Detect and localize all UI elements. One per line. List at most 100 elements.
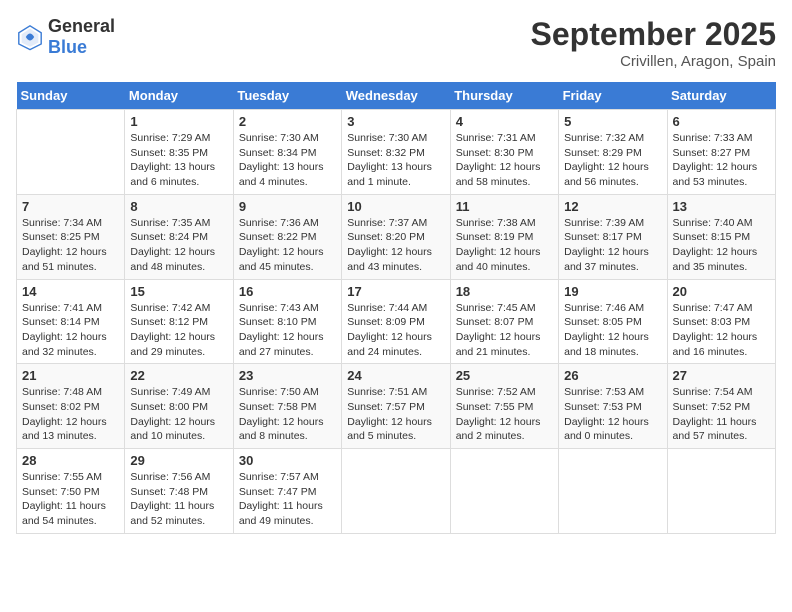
day-number: 4 (456, 114, 553, 129)
calendar-cell: 1 Sunrise: 7:29 AMSunset: 8:35 PMDaylight… (125, 110, 233, 195)
calendar-cell: 22 Sunrise: 7:49 AMSunset: 8:00 PMDayligh… (125, 364, 233, 449)
day-number: 13 (673, 199, 770, 214)
weekday-header: Thursday (450, 82, 558, 110)
calendar-cell: 23 Sunrise: 7:50 AMSunset: 7:58 PMDayligh… (233, 364, 341, 449)
day-info: Sunrise: 7:39 AMSunset: 8:17 PMDaylight:… (564, 216, 661, 275)
calendar-cell: 26 Sunrise: 7:53 AMSunset: 7:53 PMDayligh… (559, 364, 667, 449)
calendar-cell: 10 Sunrise: 7:37 AMSunset: 8:20 PMDayligh… (342, 194, 450, 279)
day-number: 12 (564, 199, 661, 214)
day-number: 16 (239, 284, 336, 299)
weekday-header: Tuesday (233, 82, 341, 110)
day-info: Sunrise: 7:43 AMSunset: 8:10 PMDaylight:… (239, 301, 336, 360)
page-header: General Blue September 2025 Crivillen, A… (16, 16, 776, 70)
day-number: 1 (130, 114, 227, 129)
day-info: Sunrise: 7:37 AMSunset: 8:20 PMDaylight:… (347, 216, 444, 275)
day-info: Sunrise: 7:34 AMSunset: 8:25 PMDaylight:… (22, 216, 119, 275)
calendar-cell: 6 Sunrise: 7:33 AMSunset: 8:27 PMDaylight… (667, 110, 775, 195)
logo-general: General (48, 16, 115, 36)
calendar-cell: 12 Sunrise: 7:39 AMSunset: 8:17 PMDayligh… (559, 194, 667, 279)
calendar-cell: 25 Sunrise: 7:52 AMSunset: 7:55 PMDayligh… (450, 364, 558, 449)
day-info: Sunrise: 7:53 AMSunset: 7:53 PMDaylight:… (564, 385, 661, 444)
calendar-cell: 14Sunrise: 7:41 AMSunset: 8:14 PMDayligh… (17, 279, 125, 364)
logo: General Blue (16, 16, 115, 58)
calendar-week-row: 14Sunrise: 7:41 AMSunset: 8:14 PMDayligh… (17, 279, 776, 364)
day-number: 29 (130, 453, 227, 468)
day-info: Sunrise: 7:45 AMSunset: 8:07 PMDaylight:… (456, 301, 553, 360)
day-info: Sunrise: 7:57 AMSunset: 7:47 PMDaylight:… (239, 470, 336, 529)
day-info: Sunrise: 7:42 AMSunset: 8:12 PMDaylight:… (130, 301, 227, 360)
calendar-cell: 24 Sunrise: 7:51 AMSunset: 7:57 PMDayligh… (342, 364, 450, 449)
day-number: 15 (130, 284, 227, 299)
calendar-cell: 17 Sunrise: 7:44 AMSunset: 8:09 PMDayligh… (342, 279, 450, 364)
calendar-cell: 4 Sunrise: 7:31 AMSunset: 8:30 PMDaylight… (450, 110, 558, 195)
day-number: 18 (456, 284, 553, 299)
day-info: Sunrise: 7:31 AMSunset: 8:30 PMDaylight:… (456, 131, 553, 190)
calendar-week-row: 28Sunrise: 7:55 AMSunset: 7:50 PMDayligh… (17, 449, 776, 534)
weekday-header: Monday (125, 82, 233, 110)
day-info: Sunrise: 7:51 AMSunset: 7:57 PMDaylight:… (347, 385, 444, 444)
title-block: September 2025 Crivillen, Aragon, Spain (531, 16, 776, 70)
day-info: Sunrise: 7:46 AMSunset: 8:05 PMDaylight:… (564, 301, 661, 360)
calendar-cell (17, 110, 125, 195)
day-info: Sunrise: 7:50 AMSunset: 7:58 PMDaylight:… (239, 385, 336, 444)
day-info: Sunrise: 7:35 AMSunset: 8:24 PMDaylight:… (130, 216, 227, 275)
day-info: Sunrise: 7:30 AMSunset: 8:34 PMDaylight:… (239, 131, 336, 190)
calendar-cell: 8 Sunrise: 7:35 AMSunset: 8:24 PMDaylight… (125, 194, 233, 279)
day-info: Sunrise: 7:44 AMSunset: 8:09 PMDaylight:… (347, 301, 444, 360)
day-number: 2 (239, 114, 336, 129)
day-info: Sunrise: 7:29 AMSunset: 8:35 PMDaylight:… (130, 131, 227, 190)
calendar-cell: 15 Sunrise: 7:42 AMSunset: 8:12 PMDayligh… (125, 279, 233, 364)
day-number: 27 (673, 368, 770, 383)
weekday-header: Friday (559, 82, 667, 110)
day-number: 22 (130, 368, 227, 383)
calendar-cell: 19 Sunrise: 7:46 AMSunset: 8:05 PMDayligh… (559, 279, 667, 364)
day-info: Sunrise: 7:36 AMSunset: 8:22 PMDaylight:… (239, 216, 336, 275)
calendar-cell: 9Sunrise: 7:36 AMSunset: 8:22 PMDaylight… (233, 194, 341, 279)
calendar-week-row: 21Sunrise: 7:48 AMSunset: 8:02 PMDayligh… (17, 364, 776, 449)
day-info: Sunrise: 7:40 AMSunset: 8:15 PMDaylight:… (673, 216, 770, 275)
location-title: Crivillen, Aragon, Spain (531, 53, 776, 70)
calendar-cell: 5 Sunrise: 7:32 AMSunset: 8:29 PMDaylight… (559, 110, 667, 195)
day-info: Sunrise: 7:30 AMSunset: 8:32 PMDaylight:… (347, 131, 444, 190)
day-number: 5 (564, 114, 661, 129)
calendar-cell: 18 Sunrise: 7:45 AMSunset: 8:07 PMDayligh… (450, 279, 558, 364)
calendar-cell: 29 Sunrise: 7:56 AMSunset: 7:48 PMDayligh… (125, 449, 233, 534)
day-info: Sunrise: 7:52 AMSunset: 7:55 PMDaylight:… (456, 385, 553, 444)
day-info: Sunrise: 7:47 AMSunset: 8:03 PMDaylight:… (673, 301, 770, 360)
day-info: Sunrise: 7:33 AMSunset: 8:27 PMDaylight:… (673, 131, 770, 190)
calendar-cell: 16 Sunrise: 7:43 AMSunset: 8:10 PMDayligh… (233, 279, 341, 364)
calendar-cell (342, 449, 450, 534)
calendar-table: SundayMondayTuesdayWednesdayThursdayFrid… (16, 82, 776, 534)
day-number: 6 (673, 114, 770, 129)
day-number: 25 (456, 368, 553, 383)
logo-text-block: General Blue (48, 16, 115, 58)
day-number: 17 (347, 284, 444, 299)
calendar-cell (559, 449, 667, 534)
day-number: 8 (130, 199, 227, 214)
calendar-week-row: 1 Sunrise: 7:29 AMSunset: 8:35 PMDaylight… (17, 110, 776, 195)
day-number: 23 (239, 368, 336, 383)
day-info: Sunrise: 7:38 AMSunset: 8:19 PMDaylight:… (456, 216, 553, 275)
calendar-cell (667, 449, 775, 534)
calendar-cell: 3Sunrise: 7:30 AMSunset: 8:32 PMDaylight… (342, 110, 450, 195)
calendar-cell: 13 Sunrise: 7:40 AMSunset: 8:15 PMDayligh… (667, 194, 775, 279)
day-number: 24 (347, 368, 444, 383)
day-info: Sunrise: 7:49 AMSunset: 8:00 PMDaylight:… (130, 385, 227, 444)
calendar-cell: 28Sunrise: 7:55 AMSunset: 7:50 PMDayligh… (17, 449, 125, 534)
day-number: 26 (564, 368, 661, 383)
day-number: 19 (564, 284, 661, 299)
day-info: Sunrise: 7:32 AMSunset: 8:29 PMDaylight:… (564, 131, 661, 190)
day-info: Sunrise: 7:56 AMSunset: 7:48 PMDaylight:… (130, 470, 227, 529)
day-number: 20 (673, 284, 770, 299)
day-info: Sunrise: 7:41 AMSunset: 8:14 PMDaylight:… (22, 301, 119, 360)
day-info: Sunrise: 7:55 AMSunset: 7:50 PMDaylight:… (22, 470, 119, 529)
calendar-cell: 7Sunrise: 7:34 AMSunset: 8:25 PMDaylight… (17, 194, 125, 279)
weekday-header: Sunday (17, 82, 125, 110)
calendar-cell: 2 Sunrise: 7:30 AMSunset: 8:34 PMDaylight… (233, 110, 341, 195)
logo-blue: Blue (48, 37, 87, 57)
calendar-cell: 11Sunrise: 7:38 AMSunset: 8:19 PMDayligh… (450, 194, 558, 279)
calendar-cell: 20 Sunrise: 7:47 AMSunset: 8:03 PMDayligh… (667, 279, 775, 364)
weekday-header-row: SundayMondayTuesdayWednesdayThursdayFrid… (17, 82, 776, 110)
calendar-cell: 21Sunrise: 7:48 AMSunset: 8:02 PMDayligh… (17, 364, 125, 449)
day-number: 10 (347, 199, 444, 214)
